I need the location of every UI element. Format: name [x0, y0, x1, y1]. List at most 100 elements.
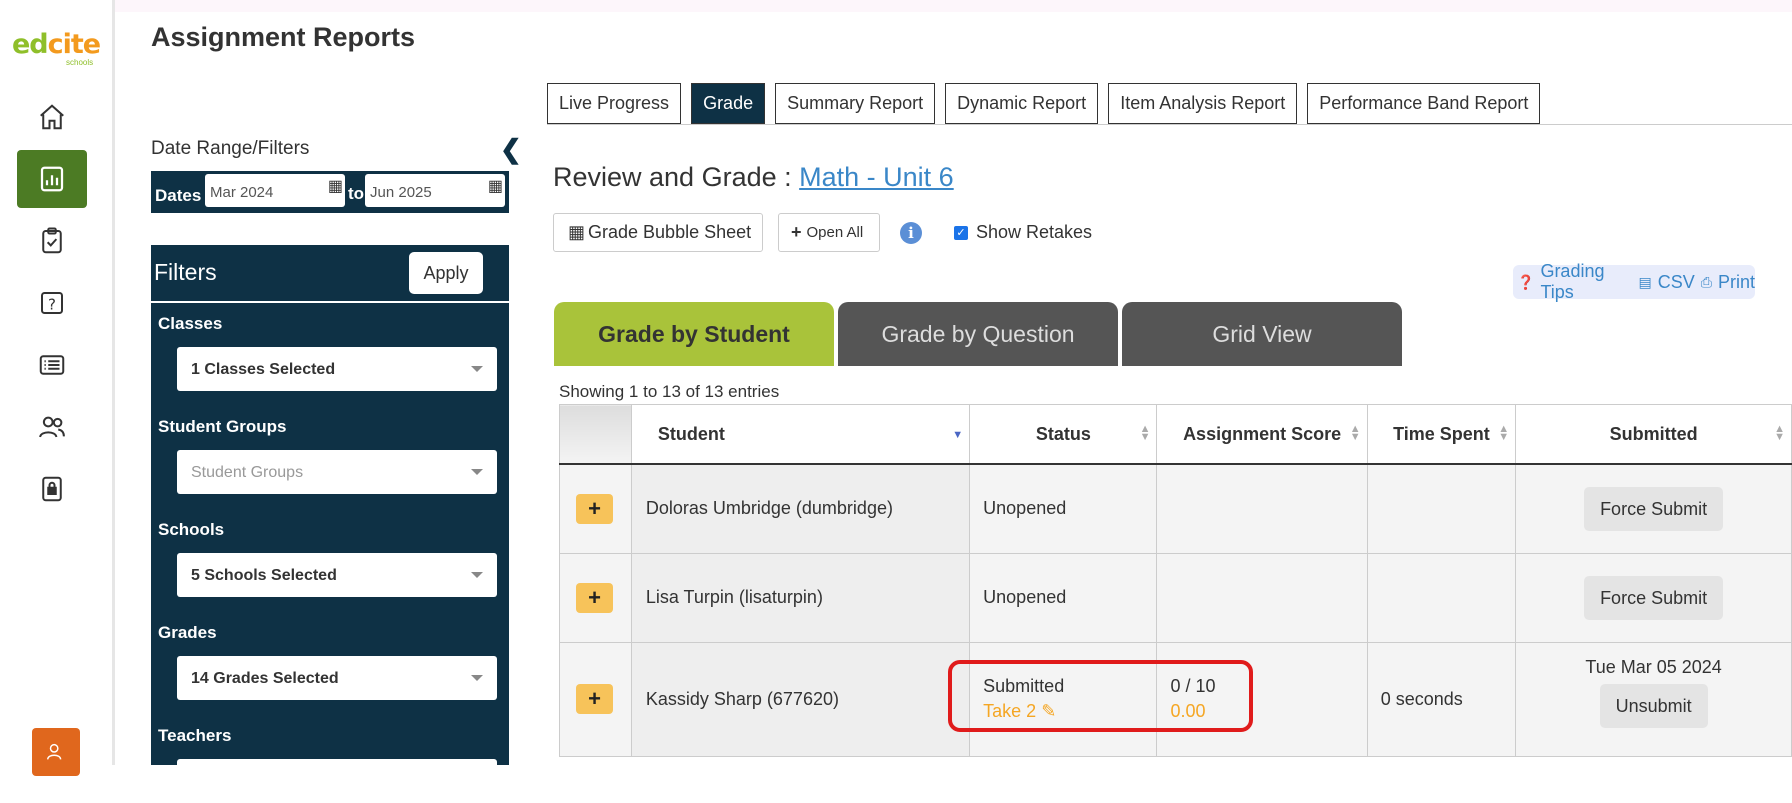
date-range-title: Date Range/Filters — [151, 138, 310, 159]
show-retakes-label: Show Retakes — [976, 222, 1093, 242]
open-all-label: Open All — [806, 224, 864, 241]
force-submit-button[interactable]: Force Submit — [1584, 486, 1724, 531]
submitted-date: Tue Mar 05 2024 — [1585, 657, 1722, 677]
schools-select[interactable]: 5 Schools Selected — [177, 553, 497, 597]
date-from-input[interactable]: Mar 2024 ▦ — [205, 174, 345, 207]
users-icon[interactable] — [17, 398, 87, 456]
questions-icon[interactable]: ? — [17, 274, 87, 332]
grade-bubble-sheet-label: Grade Bubble Sheet — [588, 222, 752, 242]
grades-select[interactable]: 14 Grades Selected — [177, 656, 497, 700]
left-nav: edcite schools ? — [0, 0, 115, 776]
sort-icon: ▲ ▼ — [1774, 423, 1785, 443]
highlight-box — [948, 660, 1253, 732]
submitted-cell: Force Submit — [1515, 463, 1792, 554]
expand-cell: + — [559, 463, 632, 554]
grading-tips-link[interactable]: Grading Tips — [1540, 261, 1632, 303]
sort-icon: ▲ ▼ — [1498, 423, 1510, 443]
dates-bar: Dates Mar 2024 ▦ to Jun 2025 ▦ — [151, 171, 509, 213]
print-icon[interactable]: ⎙ — [1701, 274, 1712, 291]
student-column-header[interactable]: Student ▼ — [630, 404, 971, 465]
expand-row-button[interactable]: + — [576, 684, 613, 714]
reports-icon[interactable] — [17, 150, 87, 208]
page-title: Assignment Reports — [151, 22, 416, 52]
list-icon[interactable] — [17, 336, 87, 394]
student-groups-label: Student Groups — [158, 417, 287, 436]
chevron-down-icon — [471, 366, 483, 372]
unsubmit-button[interactable]: Unsubmit — [1599, 684, 1708, 728]
checkbox-checked-icon[interactable]: ✓ — [954, 225, 968, 240]
calendar-icon[interactable]: ▦ — [488, 176, 503, 196]
to-label: to — [348, 184, 365, 203]
classes-select[interactable]: 1 Classes Selected — [177, 347, 497, 391]
logo-word: edcite — [12, 29, 101, 60]
status-column-header[interactable]: Status ▲ ▼ — [969, 404, 1158, 465]
collapse-sidebar-icon[interactable]: ❮ — [500, 134, 522, 165]
help-icon[interactable]: ❓ — [1517, 274, 1534, 291]
student-cell: Kassidy Sharp (677620) — [630, 641, 971, 757]
time-spent-header-label: Time Spent — [1393, 423, 1490, 444]
open-all-button[interactable]: + Open All — [778, 213, 880, 252]
table-header-row: Student ▼ Status ▲ ▼ Assignment Score ▲ ▼ … — [559, 404, 1792, 465]
csv-link[interactable]: CSV — [1658, 272, 1695, 293]
tab-grade-by-student[interactable]: Grade by Student — [554, 302, 834, 366]
tab-grid-view[interactable]: Grid View — [1122, 302, 1402, 366]
date-to-input[interactable]: Jun 2025 ▦ — [365, 174, 505, 207]
expand-row-button[interactable]: + — [576, 493, 613, 524]
csv-icon[interactable]: ▤ — [1639, 274, 1652, 291]
expand-column-header — [559, 404, 632, 465]
time-spent-column-header[interactable]: Time Spent ▲ ▼ — [1366, 404, 1517, 465]
student-header-label: Student — [657, 423, 725, 444]
submitted-cell: Tue Mar 05 2024 Unsubmit — [1515, 641, 1792, 757]
edcite-logo[interactable]: edcite schools — [12, 30, 102, 74]
assignment-link[interactable]: Math - Unit 6 — [799, 162, 954, 192]
student-groups-select[interactable]: Student Groups — [177, 450, 497, 494]
tabs-divider — [547, 124, 1792, 125]
logo-sub: schools — [66, 58, 94, 67]
show-retakes-toggle[interactable]: ✓ Show Retakes — [954, 222, 1092, 243]
grade-bubble-sheet-button[interactable]: ▦ Grade Bubble Sheet — [553, 213, 763, 252]
chevron-down-icon — [471, 469, 483, 475]
teachers-label: Teachers — [158, 726, 232, 745]
expand-row-button[interactable]: + — [576, 582, 613, 613]
tab-grade[interactable]: Grade — [691, 83, 766, 124]
tab-live-progress[interactable]: Live Progress — [547, 83, 682, 124]
plus-icon: + — [791, 222, 802, 242]
sort-icon: ▲ ▼ — [1139, 423, 1151, 443]
time-cell — [1366, 552, 1517, 643]
tab-summary-report[interactable]: Summary Report — [775, 83, 936, 124]
classes-value: 1 Classes Selected — [191, 361, 336, 378]
date-from-value: Mar 2024 — [210, 184, 274, 201]
info-icon[interactable]: i — [900, 222, 922, 244]
expand-cell: + — [559, 641, 632, 757]
report-tools: ❓ Grading Tips ▤ CSV ⎙ Print — [1513, 261, 1755, 302]
dates-label: Dates — [155, 186, 202, 205]
teachers-select[interactable] — [177, 759, 497, 803]
submitted-column-header[interactable]: Submitted ▲ ▼ — [1515, 404, 1792, 465]
apply-button[interactable]: Apply — [409, 252, 483, 294]
force-submit-button[interactable]: Force Submit — [1584, 575, 1724, 620]
tab-performance-band-report[interactable]: Performance Band Report — [1307, 83, 1541, 124]
grades-label: Grades — [158, 623, 217, 642]
sort-desc-icon: ▼ — [952, 429, 964, 441]
tab-item-analysis-report[interactable]: Item Analysis Report — [1108, 83, 1298, 124]
calendar-icon[interactable]: ▦ — [328, 176, 343, 196]
tab-grade-by-question[interactable]: Grade by Question — [838, 302, 1118, 366]
status-header-label: Status — [1035, 423, 1091, 444]
assignment-score-column-header[interactable]: Assignment Score ▲ ▼ — [1156, 404, 1368, 465]
print-link[interactable]: Print — [1718, 272, 1755, 293]
top-strip — [0, 0, 1792, 12]
lock-icon[interactable] — [17, 460, 87, 518]
assignments-icon[interactable] — [17, 212, 87, 270]
student-groups-placeholder: Student Groups — [191, 464, 304, 481]
date-to-value: Jun 2025 — [370, 184, 432, 201]
entries-info: Showing 1 to 13 of 13 entries — [559, 382, 780, 401]
home-icon[interactable] — [17, 88, 87, 146]
grade-view-tabs: Grade by Student Grade by Question Grid … — [554, 302, 1402, 366]
submitted-header-label: Submitted — [1609, 423, 1698, 444]
status-cell: Unopened — [969, 463, 1158, 554]
teacher-settings-icon[interactable] — [32, 728, 80, 776]
sort-icon: ▲ ▼ — [1349, 423, 1361, 443]
classes-label: Classes — [158, 314, 223, 333]
student-cell: Lisa Turpin (lisaturpin) — [630, 552, 971, 643]
tab-dynamic-report[interactable]: Dynamic Report — [945, 83, 1099, 124]
